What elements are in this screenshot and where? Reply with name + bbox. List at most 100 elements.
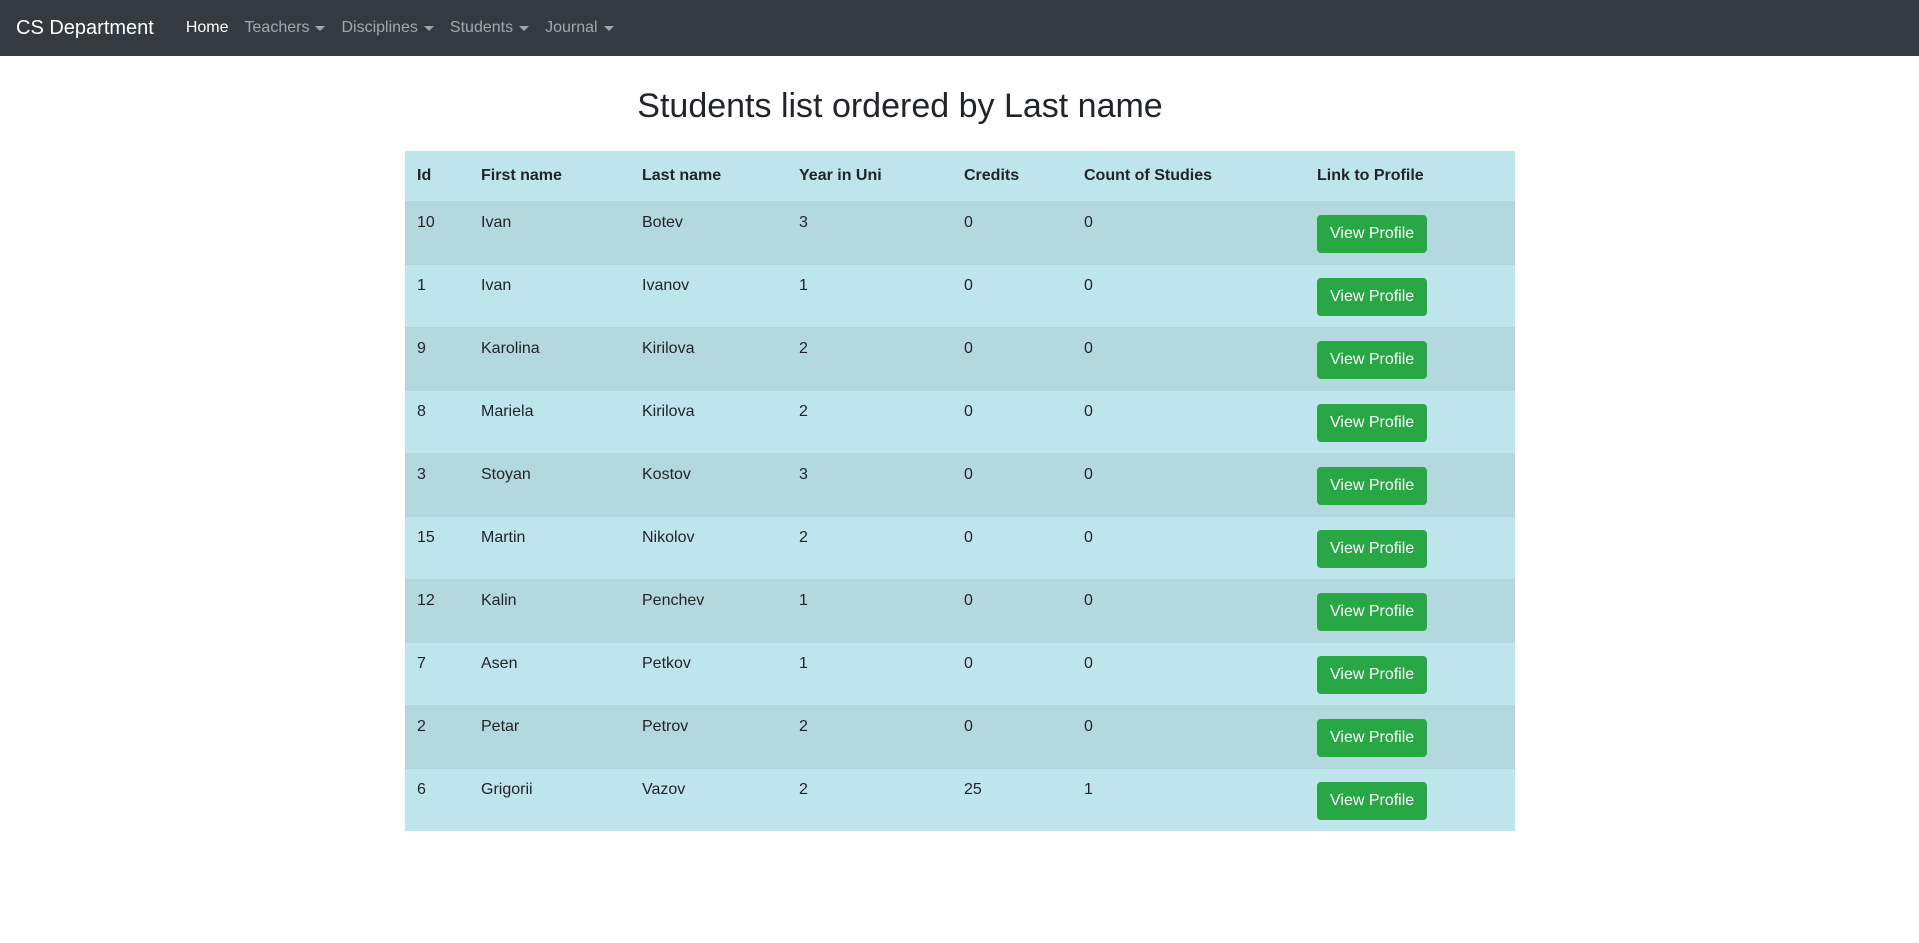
- view-profile-button[interactable]: View Profile: [1317, 655, 1428, 694]
- cell-last-name: Petkov: [630, 641, 787, 705]
- cell-id: 2: [405, 704, 469, 768]
- cell-id: 12: [405, 578, 469, 642]
- cell-profile-link: View Profile: [1305, 704, 1515, 768]
- cell-first-name: Asen: [469, 641, 630, 705]
- column-header-profile-link: Link to Profile: [1305, 151, 1515, 202]
- column-header-studies: Count of Studies: [1072, 151, 1305, 202]
- cell-studies: 1: [1072, 767, 1305, 831]
- view-profile-button[interactable]: View Profile: [1317, 403, 1428, 442]
- caret-down-icon: [519, 25, 530, 31]
- cell-credits: 0: [952, 452, 1072, 516]
- cell-year: 1: [787, 578, 952, 642]
- cell-first-name: Mariela: [469, 389, 630, 453]
- cell-first-name: Martin: [469, 515, 630, 579]
- cell-year: 2: [787, 767, 952, 831]
- table-row: 12 Kalin Penchev 1 0 0 View Profile: [405, 578, 1515, 642]
- table-row: 10 Ivan Botev 3 0 0 View Profile: [405, 200, 1515, 264]
- cell-profile-link: View Profile: [1305, 200, 1515, 264]
- cell-profile-link: View Profile: [1305, 263, 1515, 327]
- table-row: 6 Grigorii Vazov 2 25 1 View Profile: [405, 767, 1515, 831]
- table-row: 8 Mariela Kirilova 2 0 0 View Profile: [405, 389, 1515, 453]
- cell-first-name: Ivan: [469, 200, 630, 264]
- table-row: 9 Karolina Kirilova 2 0 0 View Profile: [405, 326, 1515, 390]
- nav-item-label: Teachers: [244, 19, 310, 36]
- cell-last-name: Vazov: [630, 767, 787, 831]
- cell-year: 1: [787, 641, 952, 705]
- cell-id: 9: [405, 326, 469, 390]
- cell-id: 1: [405, 263, 469, 327]
- cell-credits: 0: [952, 641, 1072, 705]
- view-profile-button[interactable]: View Profile: [1317, 466, 1428, 505]
- cell-last-name: Penchev: [630, 578, 787, 642]
- cell-first-name: Ivan: [469, 263, 630, 327]
- cell-credits: 0: [952, 578, 1072, 642]
- cell-first-name: Karolina: [469, 326, 630, 390]
- cell-id: 10: [405, 200, 469, 264]
- view-profile-button[interactable]: View Profile: [1317, 781, 1428, 820]
- cell-credits: 0: [952, 515, 1072, 579]
- table-row: 3 Stoyan Kostov 3 0 0 View Profile: [405, 452, 1515, 516]
- nav-item-teachers[interactable]: Teachers: [237, 19, 334, 37]
- cell-year: 1: [787, 263, 952, 327]
- caret-down-icon: [603, 25, 614, 31]
- cell-last-name: Petrov: [630, 704, 787, 768]
- cell-id: 7: [405, 641, 469, 705]
- cell-year: 2: [787, 389, 952, 453]
- table-header-row: Id First name Last name Year in Uni Cred…: [405, 151, 1515, 202]
- nav-item-home[interactable]: Home: [178, 19, 237, 37]
- cell-profile-link: View Profile: [1305, 515, 1515, 579]
- cell-profile-link: View Profile: [1305, 767, 1515, 831]
- cell-id: 15: [405, 515, 469, 579]
- cell-studies: 0: [1072, 263, 1305, 327]
- cell-id: 3: [405, 452, 469, 516]
- cell-studies: 0: [1072, 452, 1305, 516]
- cell-credits: 25: [952, 767, 1072, 831]
- nav-item-label: Students: [449, 19, 514, 36]
- cell-studies: 0: [1072, 578, 1305, 642]
- nav-item-journal[interactable]: Journal: [537, 19, 621, 37]
- nav-item-label: Home: [185, 19, 229, 36]
- cell-credits: 0: [952, 263, 1072, 327]
- cell-first-name: Kalin: [469, 578, 630, 642]
- column-header-year: Year in Uni: [787, 151, 952, 202]
- cell-last-name: Botev: [630, 200, 787, 264]
- view-profile-button[interactable]: View Profile: [1317, 529, 1428, 568]
- nav-item-students[interactable]: Students: [442, 19, 537, 37]
- cell-credits: 0: [952, 200, 1072, 264]
- cell-year: 2: [787, 326, 952, 390]
- cell-last-name: Nikolov: [630, 515, 787, 579]
- view-profile-button[interactable]: View Profile: [1317, 592, 1428, 631]
- cell-profile-link: View Profile: [1305, 389, 1515, 453]
- cell-studies: 0: [1072, 641, 1305, 705]
- cell-credits: 0: [952, 704, 1072, 768]
- column-header-credits: Credits: [952, 151, 1072, 202]
- nav-item-disciplines[interactable]: Disciplines: [333, 19, 441, 37]
- column-header-id: Id: [405, 151, 469, 202]
- cell-year: 3: [787, 200, 952, 264]
- cell-studies: 0: [1072, 704, 1305, 768]
- top-navbar: CS Department Home Teachers Disciplines …: [0, 0, 1919, 56]
- view-profile-button[interactable]: View Profile: [1317, 718, 1428, 757]
- cell-studies: 0: [1072, 200, 1305, 264]
- view-profile-button[interactable]: View Profile: [1317, 340, 1428, 379]
- cell-profile-link: View Profile: [1305, 578, 1515, 642]
- nav-item-label: Disciplines: [341, 19, 418, 36]
- cell-last-name: Kirilova: [630, 326, 787, 390]
- page-title: Students list ordered by Last name: [637, 87, 1163, 125]
- table-row: 15 Martin Nikolov 2 0 0 View Profile: [405, 515, 1515, 579]
- view-profile-button[interactable]: View Profile: [1317, 277, 1428, 316]
- view-profile-button[interactable]: View Profile: [1317, 214, 1428, 253]
- cell-first-name: Stoyan: [469, 452, 630, 516]
- table-row: 1 Ivan Ivanov 1 0 0 View Profile: [405, 263, 1515, 327]
- cell-first-name: Petar: [469, 704, 630, 768]
- cell-studies: 0: [1072, 389, 1305, 453]
- nav-menu: Home Teachers Disciplines Students Journ…: [178, 19, 622, 37]
- cell-credits: 0: [952, 326, 1072, 390]
- column-header-first-name: First name: [469, 151, 630, 202]
- brand-link[interactable]: CS Department: [16, 17, 154, 40]
- cell-last-name: Ivanov: [630, 263, 787, 327]
- cell-studies: 0: [1072, 326, 1305, 390]
- cell-profile-link: View Profile: [1305, 641, 1515, 705]
- cell-id: 8: [405, 389, 469, 453]
- caret-down-icon: [315, 25, 326, 31]
